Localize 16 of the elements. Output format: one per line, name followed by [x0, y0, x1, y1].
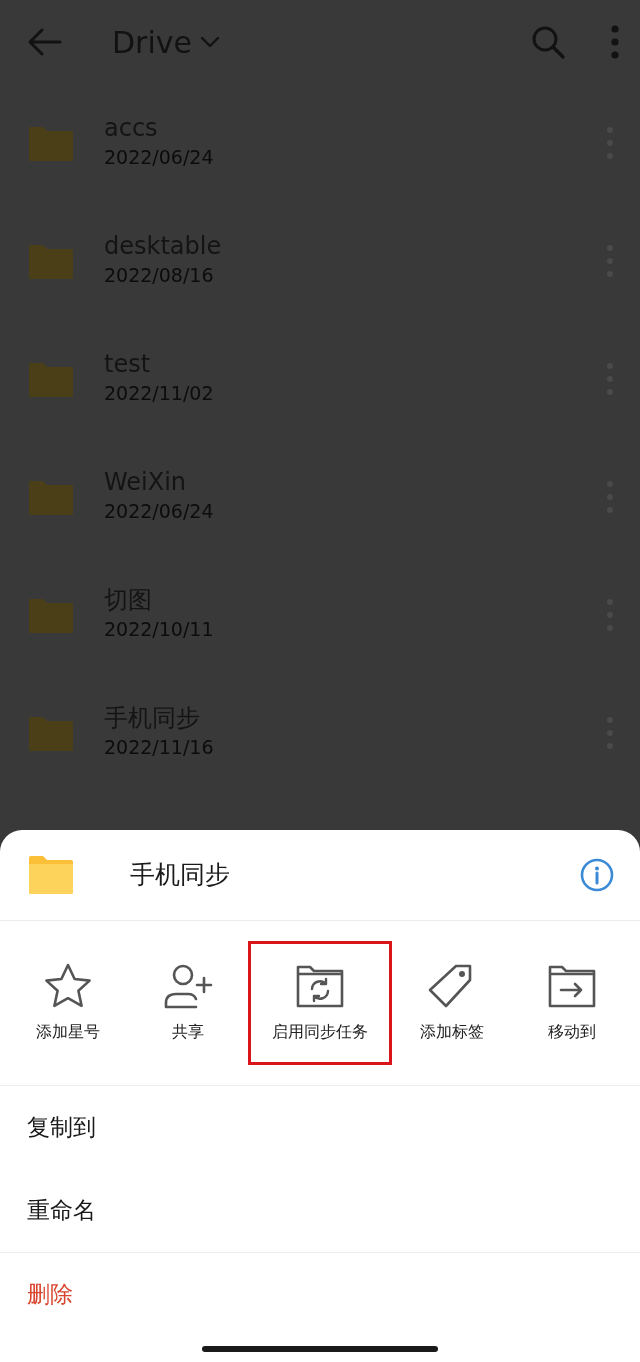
- menu-item[interactable]: 重命名: [0, 1169, 640, 1252]
- sheet-title: 手机同步: [130, 859, 231, 892]
- action-button[interactable]: 共享: [127, 941, 248, 1065]
- folder-icon: [28, 855, 74, 895]
- search-icon[interactable]: [530, 24, 566, 60]
- more-options-icon[interactable]: [610, 25, 620, 59]
- action-button[interactable]: 启用同步任务: [247, 941, 393, 1065]
- caret-icon[interactable]: [200, 36, 220, 48]
- menu-item[interactable]: 复制到: [0, 1086, 640, 1169]
- action-button[interactable]: 添加标签: [392, 941, 513, 1065]
- info-icon[interactable]: [580, 858, 614, 892]
- menu-item[interactable]: 删除: [0, 1253, 640, 1336]
- back-arrow-icon[interactable]: [26, 27, 62, 57]
- home-indicator[interactable]: [202, 1346, 438, 1352]
- action-button[interactable]: 移动到: [512, 941, 632, 1065]
- action-button[interactable]: 添加星号: [8, 941, 128, 1065]
